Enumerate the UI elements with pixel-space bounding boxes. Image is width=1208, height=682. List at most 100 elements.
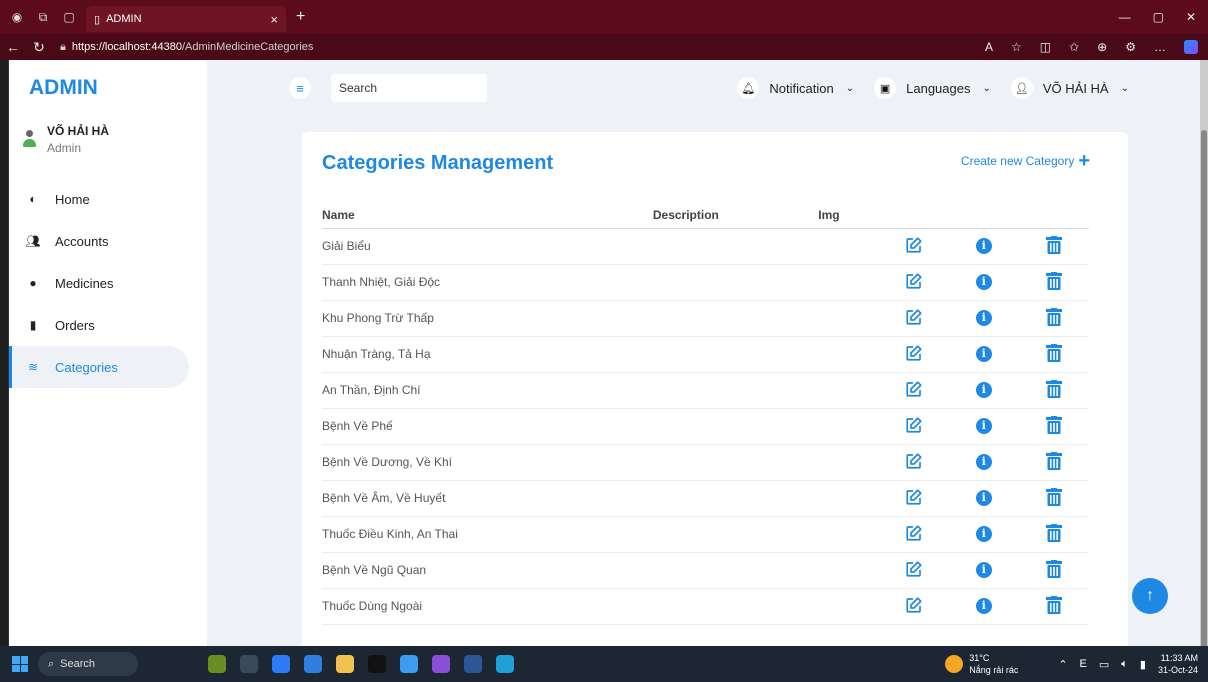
sidebar-item-accounts[interactable]: 👥︎ Accounts [9,220,189,262]
taskbar-search[interactable]: ⌕ Search [38,652,138,676]
menu-toggle-icon[interactable]: ≡ [289,77,311,99]
tiktok-icon[interactable] [368,655,386,673]
category-name: Giải Biểu [322,228,653,265]
url-host: https://localhost:44380 [71,41,182,53]
info-icon[interactable]: i [975,310,992,326]
info-icon[interactable]: i [975,418,992,434]
info-icon[interactable]: i [975,562,992,578]
trash-icon[interactable] [1045,487,1062,506]
edit-icon[interactable] [905,236,923,254]
minimize-icon[interactable]: — [1119,10,1131,24]
info-icon[interactable]: i [975,490,992,506]
edit-icon[interactable] [905,380,923,398]
tab-close-icon[interactable]: × [270,12,278,27]
favorite-star-icon[interactable]: ☆ [1011,40,1022,54]
category-description [652,516,819,553]
copilot-icon[interactable] [1184,40,1198,54]
word-icon[interactable] [464,655,482,673]
category-name: Bệnh Về Phế [322,408,653,445]
read-aloud-icon[interactable]: A [985,40,993,54]
tab-actions-icon[interactable]: ▢ [60,8,78,26]
trash-icon[interactable] [1045,343,1062,362]
ime-icon[interactable]: E [1080,658,1087,670]
edit-icon[interactable] [905,488,923,506]
trash-icon[interactable] [1045,307,1062,326]
sidebar-item-categories[interactable]: ≋ Categories [9,346,189,388]
category-img [818,444,879,481]
notification-dropdown[interactable]: 🔔︎ Notification ⌄ [737,77,854,99]
app-icon[interactable] [400,655,418,673]
address-bar: ← ↻ 🔒︎ https://localhost:44380/AdminMedi… [0,34,1208,60]
trash-icon[interactable] [1045,415,1062,434]
browser-tab[interactable]: ▯ ADMIN × [86,6,286,32]
sidebar-item-home[interactable]: ◐ Home [9,178,189,220]
file-explorer-icon[interactable] [336,655,354,673]
url-field[interactable]: 🔒︎ https://localhost:44380/AdminMedicine… [60,41,313,54]
favorites-icon[interactable]: ✩ [1069,40,1079,54]
task-view-icon[interactable] [240,655,258,673]
category-description [652,300,819,337]
category-name: Bệnh Về Ngũ Quan [322,552,653,589]
trash-icon[interactable] [1045,523,1062,542]
split-screen-icon[interactable]: ◫ [1040,40,1051,54]
info-icon[interactable]: i [975,274,992,290]
edit-icon[interactable] [905,596,923,614]
sidebar-item-medicines[interactable]: ● Medicines [9,262,189,304]
network-icon[interactable]: ▭ [1099,658,1109,671]
extensions-icon[interactable]: ⚙ [1125,40,1136,54]
more-icon[interactable]: … [1154,40,1166,54]
edit-icon[interactable] [905,308,923,326]
table-row: Nhuận Tràng, Tả Hạ i [322,336,1089,373]
info-icon[interactable]: i [975,454,992,470]
info-icon[interactable]: i [975,526,992,542]
workspaces-icon[interactable]: ⧉ [34,8,52,26]
maximize-icon[interactable]: ▢ [1153,10,1164,24]
info-icon[interactable]: i [975,238,992,254]
widgets-icon[interactable] [208,655,226,673]
volume-icon[interactable]: 🔈︎ [1121,658,1128,671]
trash-icon[interactable] [1045,559,1062,578]
category-img [818,588,879,625]
trash-icon[interactable] [1045,451,1062,470]
sidebar-item-orders[interactable]: ▮ Orders [9,304,189,346]
user-dropdown[interactable]: 👤︎ VÕ HẢI HÀ ⌄ [1010,77,1129,99]
info-icon[interactable]: i [975,346,992,362]
battery-icon[interactable]: ▮ [1140,658,1146,671]
new-tab-button[interactable]: + [296,8,305,26]
category-name: Bệnh Về Dương, Về Khí [322,444,653,481]
visual-studio-icon[interactable] [432,655,450,673]
back-icon[interactable]: ← [0,39,26,55]
reload-icon[interactable]: ↻ [26,39,52,56]
todo-icon[interactable] [304,655,322,673]
edit-icon[interactable] [905,524,923,542]
profile-avatar-icon[interactable]: ◉ [8,8,26,26]
table-body: Giải Biểu i Thanh Nhiệt, Giải Độc i Khu Phon… [322,228,1089,625]
languages-dropdown[interactable]: ▣ Languages ⌄ [874,77,991,99]
categories-table: Name Description Img Giải Biểu i Thanh Nhi… [322,202,1089,625]
search-input[interactable] [331,74,487,102]
clock[interactable]: 11:33 AM 31-Oct-24 [1158,652,1198,676]
trash-icon[interactable] [1045,595,1062,614]
windows-start-icon[interactable] [12,656,28,672]
trash-icon[interactable] [1045,379,1062,398]
create-category-button[interactable]: Create new Category + [961,151,1090,171]
scrollbar[interactable] [1200,60,1208,682]
copilot-app-icon[interactable] [272,655,290,673]
info-icon[interactable]: i [975,598,992,614]
brand-logo[interactable]: ADMIN [29,76,98,100]
info-icon[interactable]: i [975,382,992,398]
trash-icon[interactable] [1045,235,1062,254]
weather-widget[interactable]: 31°C Nắng rải rác [945,652,1018,676]
scroll-to-top-button[interactable]: ↑ [1132,578,1168,614]
edit-icon[interactable] [905,452,923,470]
close-window-icon[interactable]: ✕ [1186,10,1196,24]
chevron-up-icon[interactable]: ⌃ [1058,658,1067,671]
edit-icon[interactable] [905,344,923,362]
collections-icon[interactable]: ⊕ [1097,40,1107,54]
edit-icon[interactable] [905,560,923,578]
edge-icon[interactable] [496,655,514,673]
category-img [818,300,879,337]
trash-icon[interactable] [1045,271,1062,290]
edit-icon[interactable] [905,416,923,434]
edit-icon[interactable] [905,272,923,290]
